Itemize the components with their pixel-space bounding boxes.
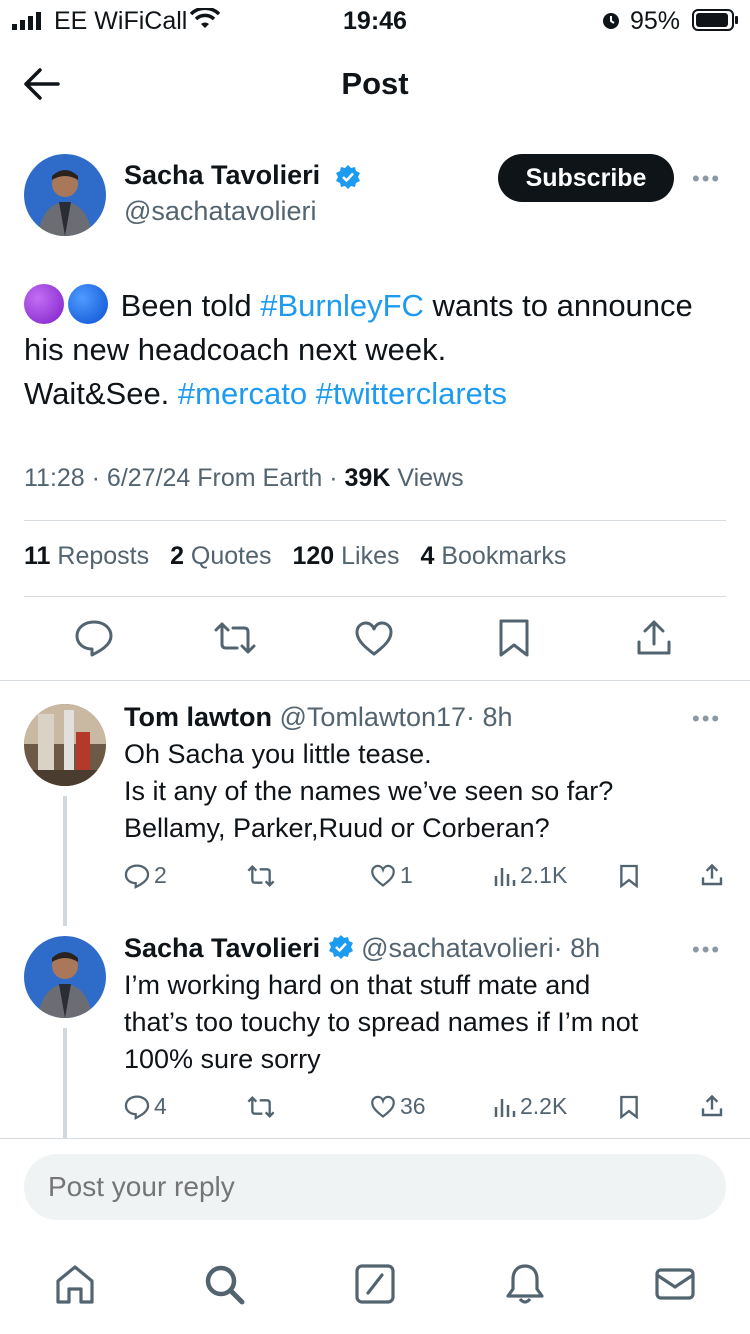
bookmark-icon[interactable] — [497, 618, 531, 658]
reply-author-name[interactable]: Sacha Tavolieri — [124, 933, 320, 963]
repost-icon[interactable] — [213, 620, 257, 656]
reply-icon — [124, 863, 150, 889]
bookmark-icon[interactable] — [619, 864, 639, 888]
like-button[interactable]: 36 — [370, 1093, 426, 1120]
verified-badge-icon — [336, 165, 360, 189]
reply-button[interactable]: 4 — [124, 1093, 167, 1120]
like-icon — [371, 1095, 395, 1118]
like-icon — [371, 864, 395, 887]
status-bar: EE WiFiCall 19:46 95% — [0, 0, 750, 44]
reply-button[interactable]: 2 — [124, 862, 167, 889]
analytics-icon — [494, 867, 516, 886]
post-stats: 11 Reposts 2 Quotes 120 Likes 4 Bookmark… — [24, 542, 580, 571]
battery-icon — [692, 9, 738, 31]
views-button[interactable]: 2.1K — [494, 862, 567, 889]
search-icon[interactable] — [202, 1262, 246, 1306]
reply-icon — [124, 1094, 150, 1120]
home-icon[interactable] — [53, 1262, 97, 1306]
more-options-icon[interactable]: ••• — [692, 706, 721, 732]
share-icon[interactable] — [700, 1093, 724, 1119]
reply-author-handle[interactable]: @sachatavolieri — [361, 933, 554, 963]
reply-author-name[interactable]: Tom lawton — [124, 702, 272, 732]
repost-button[interactable] — [246, 864, 276, 888]
reply-time: · 8h — [553, 933, 601, 963]
share-icon[interactable] — [700, 862, 724, 888]
views-label: Views — [390, 464, 464, 492]
compose-icon[interactable] — [353, 1262, 397, 1306]
reply-input[interactable] — [48, 1154, 698, 1220]
reply-text: I’m working hard on that stuff mate and … — [124, 970, 639, 1074]
like-icon[interactable] — [354, 620, 394, 658]
thread-line — [63, 1028, 67, 1138]
thread-line — [63, 796, 67, 926]
quotes-stat[interactable]: 2 Quotes — [170, 542, 271, 570]
alarm-icon — [603, 13, 619, 29]
hashtag-link[interactable]: #mercato — [178, 376, 307, 411]
divider — [24, 596, 726, 597]
hashtag-link[interactable]: #twitterclarets — [316, 376, 507, 411]
blue-circle-icon — [68, 284, 108, 324]
views-button[interactable]: 2.2K — [494, 1093, 567, 1120]
messages-icon[interactable] — [653, 1262, 697, 1306]
author-handle[interactable]: @sachatavolieri — [124, 196, 317, 227]
battery-percent: 95% — [630, 7, 681, 35]
avatar[interactable] — [24, 154, 106, 236]
timestamp: 11:28 · 6/27/24 From Earth · — [24, 464, 345, 492]
likes-stat[interactable]: 120 Likes — [292, 542, 399, 570]
post-text: Been told #BurnleyFC wants to announce h… — [24, 284, 734, 416]
author-name[interactable]: Sacha Tavolieri — [124, 160, 320, 191]
reposts-stat[interactable]: 11 Reposts — [24, 542, 149, 570]
avatar[interactable] — [24, 936, 106, 1018]
subscribe-button[interactable]: Subscribe — [498, 154, 674, 202]
divider — [0, 1138, 750, 1139]
verified-badge-icon — [328, 935, 353, 959]
reply-header: Sacha Tavolieri @sachatavolieri· 8h — [124, 933, 600, 964]
more-options-icon[interactable]: ••• — [692, 166, 721, 192]
divider — [0, 680, 750, 681]
page-title: Post — [341, 66, 409, 101]
reply-icon[interactable] — [74, 618, 114, 658]
divider — [24, 520, 726, 521]
notifications-icon[interactable] — [503, 1262, 547, 1306]
reply-time: · 8h — [466, 702, 513, 732]
reply-composer[interactable] — [24, 1154, 726, 1220]
views-count: 39K — [344, 464, 391, 492]
analytics-icon — [494, 1098, 516, 1117]
bookmark-icon[interactable] — [619, 1095, 639, 1119]
reply-author-handle[interactable]: @Tomlawton17 — [280, 702, 467, 732]
more-options-icon[interactable]: ••• — [692, 937, 721, 963]
repost-icon — [247, 865, 275, 887]
share-icon[interactable] — [634, 618, 674, 658]
bookmarks-stat[interactable]: 4 Bookmarks — [420, 542, 566, 570]
like-button[interactable]: 1 — [370, 862, 413, 889]
reply-text: Oh Sacha you little tease. Is it any of … — [124, 739, 614, 843]
repost-icon — [247, 1096, 275, 1118]
post-meta: 11:28 · 6/27/24 From Earth · 39K Views — [24, 464, 464, 493]
reply-header: Tom lawton @Tomlawton17· 8h — [124, 702, 513, 733]
purple-circle-icon — [24, 284, 64, 324]
hashtag-link[interactable]: #BurnleyFC — [260, 288, 424, 323]
repost-button[interactable] — [246, 1095, 276, 1119]
avatar[interactable] — [24, 704, 106, 786]
